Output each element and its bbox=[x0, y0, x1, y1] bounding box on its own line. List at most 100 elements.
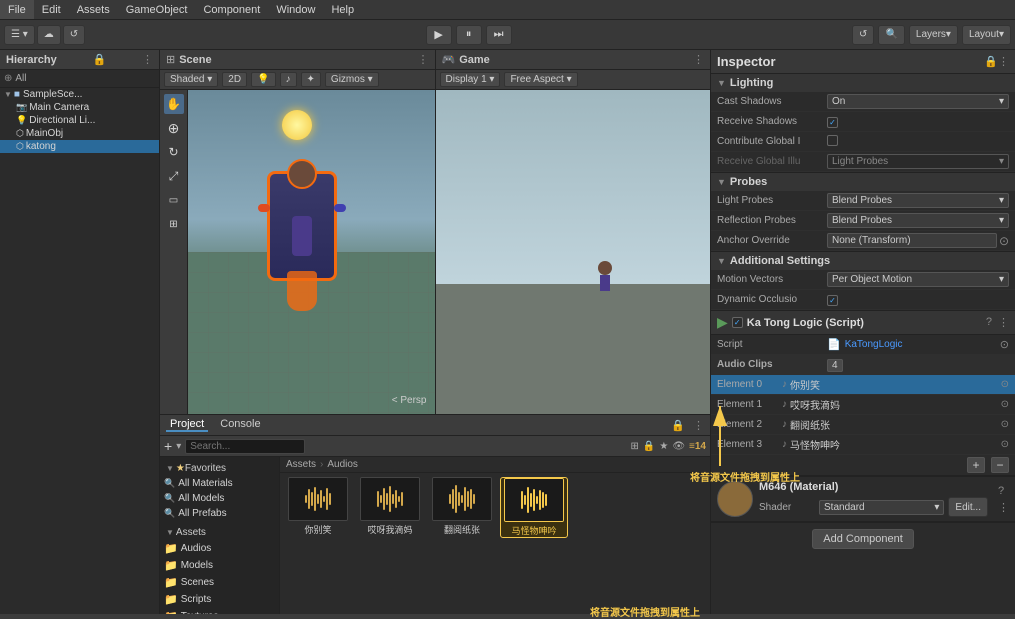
fav-prefabs[interactable]: 🔍 All Prefabs bbox=[160, 506, 279, 521]
layers-dropdown[interactable]: Layers ▾ bbox=[909, 25, 958, 45]
menu-assets[interactable]: Assets bbox=[69, 0, 118, 19]
search-btn[interactable]: 🔍 bbox=[878, 25, 904, 45]
hierarchy-light-item[interactable]: 💡 Directional Li... bbox=[0, 114, 159, 127]
script-target-icon[interactable]: ⊙ bbox=[1000, 338, 1009, 351]
fav-materials[interactable]: 🔍 All Materials bbox=[160, 476, 279, 491]
tool-transform[interactable]: ⊞ bbox=[164, 214, 184, 234]
project-arrow-btn[interactable]: ▾ bbox=[176, 441, 181, 452]
clips-remove-btn[interactable]: − bbox=[991, 457, 1009, 473]
script-file-name[interactable]: KaTongLogic bbox=[845, 339, 903, 350]
lighting-header[interactable]: ▼ Lighting bbox=[711, 74, 1015, 92]
inspector-menu-icon[interactable]: ⋮ bbox=[998, 55, 1009, 68]
menu-help[interactable]: Help bbox=[323, 0, 362, 19]
contribute-global-cb[interactable] bbox=[827, 135, 838, 146]
clip-target-2[interactable]: ⊙ bbox=[1001, 419, 1009, 430]
clip-target-3[interactable]: ⊙ bbox=[1001, 439, 1009, 450]
file-item-3[interactable]: 马怪物呻吟 bbox=[500, 477, 568, 538]
script-enabled-checkbox[interactable]: ✓ bbox=[732, 317, 743, 328]
clip-row-3[interactable]: Element 3 ♪ 马怪物呻吟 ⊙ bbox=[711, 435, 1015, 455]
breadcrumb-audios[interactable]: Audios bbox=[327, 459, 358, 470]
scene-tool-vfx[interactable]: ✦ bbox=[301, 72, 321, 87]
assets-header[interactable]: ▼ Assets bbox=[160, 525, 279, 540]
hierarchy-katong-item[interactable]: ⬡ katong bbox=[0, 140, 159, 153]
tool-hand[interactable]: ✋ bbox=[164, 94, 184, 114]
shader-dropdown[interactable]: Standard ▾ bbox=[819, 500, 944, 515]
inspector-lock-icon[interactable]: 🔒 bbox=[984, 55, 998, 68]
script-component-header[interactable]: ▶ ✓ Ka Tong Logic (Script) ? ⋮ bbox=[711, 311, 1015, 335]
file-item-1[interactable]: 哎呀我滴妈 bbox=[356, 477, 424, 538]
dynamic-occlusion-checkbox[interactable]: ✓ bbox=[827, 295, 838, 306]
anchor-target-icon[interactable]: ⊙ bbox=[999, 234, 1009, 248]
motion-vectors-dropdown[interactable]: Per Object Motion ▾ bbox=[827, 272, 1009, 287]
clip-row-2[interactable]: Element 2 ♪ 翻阅纸张 ⊙ bbox=[711, 415, 1015, 435]
cast-shadows-dropdown[interactable]: On ▾ bbox=[827, 94, 1009, 109]
receive-shadows-cb[interactable]: ✓ bbox=[827, 117, 838, 128]
pause-button[interactable]: ⏸ bbox=[456, 25, 482, 45]
project-menu-icon[interactable]: ⋮ bbox=[693, 419, 704, 432]
anchor-override-dropdown[interactable]: None (Transform) bbox=[827, 233, 997, 248]
cloud-tool[interactable]: ☁ bbox=[37, 25, 61, 45]
folder-scripts[interactable]: 📁 Scripts bbox=[160, 591, 279, 608]
tool-move[interactable]: ⊕ bbox=[164, 118, 184, 138]
material-menu-icon[interactable]: ⋮ bbox=[998, 501, 1009, 514]
hierarchy-mainobj-item[interactable]: ⬡ MainObj bbox=[0, 127, 159, 140]
game-aspect[interactable]: Free Aspect ▾ bbox=[504, 72, 577, 87]
receive-global-dropdown[interactable]: Light Probes ▾ bbox=[827, 154, 1009, 169]
settings-tool[interactable]: ↺ bbox=[63, 25, 85, 45]
clip-row-1[interactable]: Element 1 ♪ 哎呀我滴妈 ⊙ bbox=[711, 395, 1015, 415]
favorites-header[interactable]: ▼ ★ Favorites bbox=[160, 461, 279, 476]
clips-add-btn[interactable]: + bbox=[967, 457, 985, 473]
material-question-icon[interactable]: ? bbox=[998, 485, 1009, 497]
clip-target-1[interactable]: ⊙ bbox=[1001, 399, 1009, 410]
console-tab[interactable]: Console bbox=[216, 418, 264, 432]
project-add-btn[interactable]: + bbox=[164, 438, 172, 454]
tool-rotate[interactable]: ↻ bbox=[164, 142, 184, 162]
hierarchy-camera-item[interactable]: 📷 Main Camera bbox=[0, 101, 159, 114]
dynamic-occlusion-cb[interactable]: ✓ bbox=[827, 295, 838, 306]
project-star-icon[interactable]: ★ bbox=[659, 441, 668, 452]
hierarchy-menu-icon[interactable]: ⋮ bbox=[142, 53, 153, 66]
clip-target-0[interactable]: ⊙ bbox=[1001, 379, 1009, 390]
tool-rect[interactable]: ▭ bbox=[164, 190, 184, 210]
reflection-probes-dropdown[interactable]: Blend Probes ▾ bbox=[827, 213, 1009, 228]
probes-header[interactable]: ▼ Probes bbox=[711, 173, 1015, 191]
scene-menu-icon[interactable]: ⋮ bbox=[418, 53, 429, 66]
receive-shadows-checkbox[interactable]: ✓ bbox=[827, 117, 838, 128]
scene-tool-shaded[interactable]: Shaded ▾ bbox=[164, 72, 218, 87]
menu-window[interactable]: Window bbox=[268, 0, 323, 19]
menu-component[interactable]: Component bbox=[195, 0, 268, 19]
file-item-0[interactable]: 你别笑 bbox=[284, 477, 352, 538]
step-button[interactable]: ⏭ bbox=[486, 25, 512, 45]
contribute-global-checkbox[interactable] bbox=[827, 135, 838, 146]
file-item-2[interactable]: 翻阅纸张 bbox=[428, 477, 496, 538]
hierarchy-lock-icon[interactable]: 🔒 bbox=[93, 53, 107, 66]
project-tab[interactable]: Project bbox=[166, 418, 208, 432]
project-view-icon[interactable]: ⊞ bbox=[631, 441, 639, 452]
folder-audios[interactable]: 📁 Audios bbox=[160, 540, 279, 557]
shader-edit-btn[interactable]: Edit... bbox=[948, 497, 988, 517]
menu-edit[interactable]: Edit bbox=[34, 0, 69, 19]
menu-gameobject[interactable]: GameObject bbox=[118, 0, 196, 19]
scene-tool-audio[interactable]: ♪ bbox=[280, 72, 297, 87]
additional-header[interactable]: ▼ Additional Settings bbox=[711, 252, 1015, 270]
script-question-icon[interactable]: ? bbox=[986, 316, 992, 329]
game-menu-icon[interactable]: ⋮ bbox=[693, 53, 704, 66]
hand-tool[interactable]: ☰ ▾ bbox=[4, 25, 35, 45]
scene-tool-2d[interactable]: 2D bbox=[222, 72, 247, 87]
project-eye-icon[interactable]: 👁 bbox=[672, 441, 685, 452]
undo-btn[interactable]: ↺ bbox=[852, 25, 874, 45]
layout-dropdown[interactable]: Layout ▾ bbox=[962, 25, 1011, 45]
folder-textures[interactable]: 📁 Textures bbox=[160, 608, 279, 614]
add-component-button[interactable]: Add Component bbox=[812, 529, 914, 549]
script-menu-icon[interactable]: ⋮ bbox=[998, 316, 1009, 329]
tool-scale[interactable]: ⤢ bbox=[164, 166, 184, 186]
menu-file[interactable]: File bbox=[0, 0, 34, 19]
folder-models[interactable]: 📁 Models bbox=[160, 557, 279, 574]
project-lock-icon[interactable]: 🔒 bbox=[671, 419, 685, 432]
breadcrumb-assets[interactable]: Assets bbox=[286, 459, 316, 470]
project-lock-icon2[interactable]: 🔒 bbox=[643, 441, 655, 452]
folder-scenes[interactable]: 📁 Scenes bbox=[160, 574, 279, 591]
clip-row-0[interactable]: Element 0 ♪ 你别笑 ⊙ bbox=[711, 375, 1015, 395]
fav-models[interactable]: 🔍 All Models bbox=[160, 491, 279, 506]
game-display[interactable]: Display 1 ▾ bbox=[440, 72, 501, 87]
